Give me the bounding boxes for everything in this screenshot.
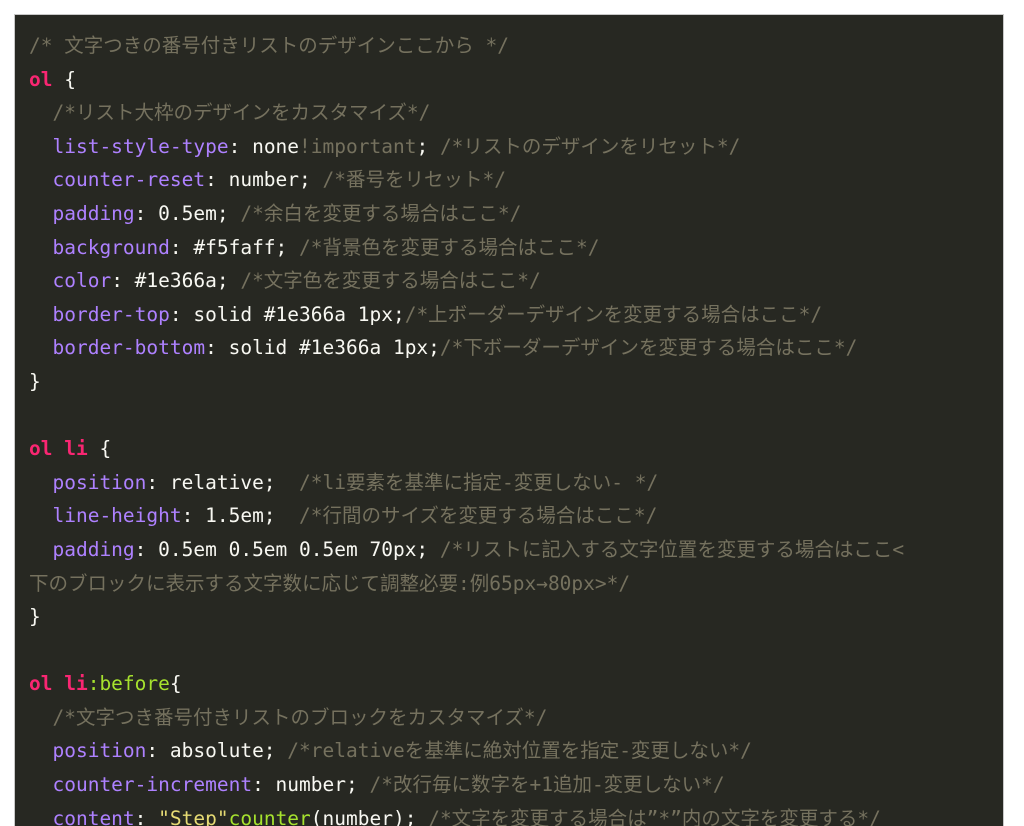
code-token: /* 文字つきの番号付きリストのデザインここから */ [29,34,509,57]
code-token: /*relativeを基準に絶対位置を指定-変更しない*/ [287,739,752,763]
code-token: position [52,739,147,763]
code-line: /*リスト大枠のデザインをカスタマイズ*/ [29,96,1003,130]
code-token: content [52,806,135,826]
code-token: position [52,470,147,494]
code-token: } [29,369,41,393]
code-line: ol li { [29,432,1003,466]
code-line: border-top: solid #1e366a 1px;/*上ボーダーデザイ… [29,298,1003,332]
code-token: /*改行毎に数字を+1追加-変更しない*/ [369,773,725,797]
code-token: /*余白を変更する場合はここ*/ [240,201,522,225]
code-token: /*li要素を基準に指定-変更しない- */ [299,470,659,494]
code-token: : relative; [146,470,300,494]
code-token: /*リストに記入する文字位置を変更する場合はここ< [439,537,905,561]
code-token: : [134,806,159,826]
code-line: color: #1e366a; /*文字色を変更する場合はここ*/ [29,264,1003,298]
code-token: :before [87,672,170,696]
code-token: !important [299,134,417,158]
code-line: ol { [29,63,1003,97]
code-token: : number; [205,168,323,192]
code-line: } [29,600,1003,634]
code-token: (number); [310,806,429,826]
code-token: : solid #1e366a 1px; [169,302,405,326]
code-line: padding: 0.5em 0.5em 0.5em 70px; /*リストに記… [29,533,1003,567]
code-token: /*行間のサイズを変更する場合はここ*/ [299,504,658,528]
code-token: /*下ボーダーデザインを変更する場合はここ*/ [439,336,858,360]
code-token: border-top [52,302,170,326]
code-token: list-style-type [52,134,229,158]
code-token: : 0.5em; [134,201,241,225]
code-line: line-height: 1.5em; /*行間のサイズを変更する場合はここ*/ [29,499,1003,533]
code-token: : none [228,134,300,158]
code-token: "Step" [158,806,229,826]
code-block: /* 文字つきの番号付きリストのデザインここから */ ol { /*リスト大枠の… [14,14,1004,826]
code-token: /*上ボーダーデザインを変更する場合はここ*/ [404,302,823,326]
code-token: ol [29,67,53,91]
code-line: border-bottom: solid #1e366a 1px;/*下ボーダー… [29,331,1003,365]
code-token: /*文字色を変更する場合はここ*/ [240,269,541,293]
code-token: border-bottom [52,336,206,360]
code-token: : solid #1e366a 1px; [205,336,440,360]
code-token: : #1e366a; [111,269,241,293]
code-line: /*文字つき番号付きリストのブロックをカスタマイズ*/ [29,701,1003,735]
code-token: ; [416,134,440,158]
code-token: padding [52,537,135,561]
code-token: : #f5faff; [169,235,300,259]
code-lines: /* 文字つきの番号付きリストのデザインここから */ ol { /*リスト大枠の… [29,29,1003,826]
code-line: counter-increment: number; /*改行毎に数字を+1追加… [29,768,1003,802]
code-line: 下のブロックに表示する文字数に応じて調整必要:例65px→80px>*/ [29,567,1003,601]
code-token: { [87,437,112,461]
code-token: } [29,605,41,629]
code-line: list-style-type: none!important; /*リストのデ… [29,130,1003,164]
code-token: { [169,672,182,696]
code-token: ol li [29,672,88,696]
code-token: : number; [252,773,370,797]
code-token: padding [52,201,135,225]
code-token: : 1.5em; [181,504,300,528]
code-token: /*背景色を変更する場合はここ*/ [299,235,600,259]
code-line: background: #f5faff; /*背景色を変更する場合はここ*/ [29,231,1003,265]
code-token: 下のブロックに表示する文字数に応じて調整必要:例65px→80px>*/ [29,571,631,595]
code-line: padding: 0.5em; /*余白を変更する場合はここ*/ [29,197,1003,231]
code-token: : absolute; [146,739,288,763]
code-token: /*リスト大枠のデザインをカスタマイズ*/ [29,101,431,125]
code-line: position: relative; /*li要素を基準に指定-変更しない- … [29,466,1003,500]
code-token: /*文字つき番号付きリストのブロックをカスタマイズ*/ [29,705,548,729]
code-token: counter-increment [52,773,253,797]
code-line: counter-reset: number; /*番号をリセット*/ [29,163,1003,197]
code-token: /*番号をリセット*/ [322,168,506,192]
code-token: /*リストのデザインをリセット*/ [439,134,741,158]
code-token: counter-reset [52,168,206,192]
code-token: line-height [52,504,182,528]
code-line: ol li:before{ [29,667,1003,701]
code-line: position: absolute; /*relativeを基準に絶対位置を指… [29,734,1003,768]
code-line: content: "Step"counter(number); /*文字を変更す… [29,802,1003,826]
code-line: } [29,365,1003,399]
code-token: : 0.5em 0.5em 0.5em 70px; [134,537,440,561]
code-line: /* 文字つきの番号付きリストのデザインここから */ [29,29,1003,63]
code-token: /*文字を変更する場合は”*”内の文字を変更する*/ [428,806,881,826]
code-token: background [52,235,170,259]
code-token: ol li [29,437,88,461]
code-token: counter [228,806,311,826]
code-token: { [52,67,76,91]
code-token: color [52,269,112,293]
